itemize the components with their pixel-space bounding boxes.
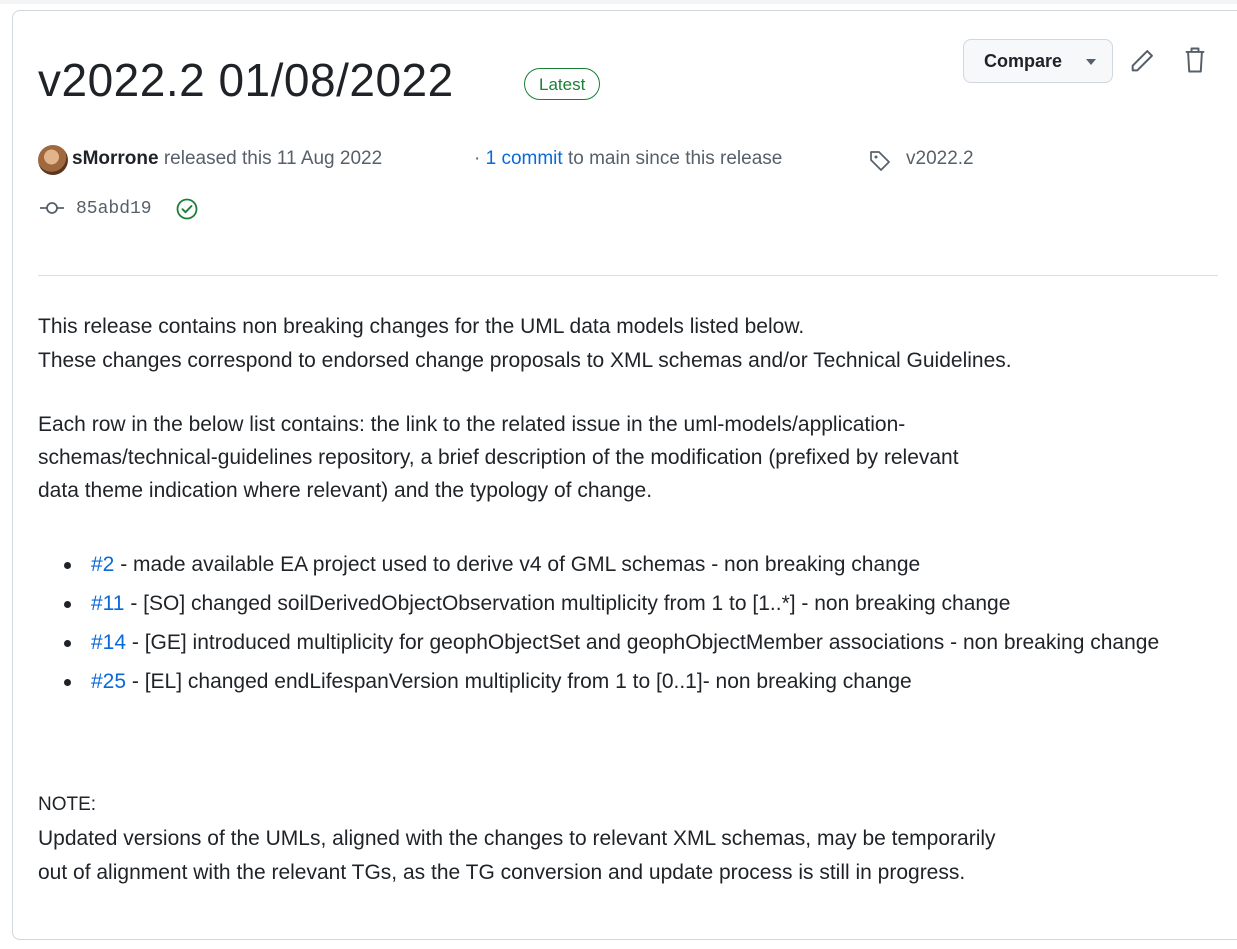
issue-link[interactable]: #11 <box>91 592 124 615</box>
divider <box>38 275 1218 276</box>
desc-line-2: schemas/technical-guidelines repository,… <box>38 446 959 469</box>
git-commit-icon <box>38 196 66 220</box>
compare-button[interactable]: Compare <box>963 39 1113 83</box>
commits-prefix: · <box>474 148 481 169</box>
note-label: NOTE: <box>38 794 97 815</box>
item-text: - [GE] introduced multiplicity for geoph… <box>126 631 1160 654</box>
commit-info: · 1 commit to main since this release <box>474 145 782 173</box>
check-circle-icon[interactable] <box>175 197 199 221</box>
list-item: #14 - [GE] introduced multiplicity for g… <box>38 626 1171 659</box>
intro-line-2: These changes correspond to endorsed cha… <box>38 349 1012 372</box>
commit-sha[interactable]: 85abd19 <box>76 195 152 223</box>
intro-line-1: This release contains non breaking chang… <box>38 315 805 338</box>
pencil-icon[interactable] <box>1128 47 1156 75</box>
released-text: released this 11 Aug 2022 <box>163 148 383 169</box>
release-byline: sMorrone released this 11 Aug 2022 <box>72 145 382 173</box>
issue-link[interactable]: #14 <box>91 631 126 654</box>
compare-label: Compare <box>984 51 1063 71</box>
item-text: - [EL] changed endLifespanVersion multip… <box>126 670 912 693</box>
latest-badge: Latest <box>524 68 601 100</box>
issue-link[interactable]: #25 <box>91 670 126 693</box>
note-line-2: out of alignment with the relevant TGs, … <box>38 861 966 884</box>
change-list: #2 - made available EA project used to d… <box>38 548 1228 704</box>
top-strip <box>0 0 1237 4</box>
commits-suffix: to main since this release <box>567 148 783 169</box>
item-text: - [SO] changed soilDerivedObjectObservat… <box>124 592 1011 615</box>
desc-line-1: Each row in the below list contains: the… <box>38 413 906 436</box>
list-item: #2 - made available EA project used to d… <box>38 548 1228 581</box>
tag-link[interactable]: v2022.2 <box>906 145 974 173</box>
author-link[interactable]: sMorrone <box>72 148 159 169</box>
commits-link[interactable]: 1 commit <box>486 148 563 169</box>
note-line-1: Updated versions of the UMLs, aligned wi… <box>38 827 996 850</box>
list-item: #11 - [SO] changed soilDerivedObjectObse… <box>38 587 1228 620</box>
caret-down-icon <box>1086 59 1096 65</box>
item-text: - made available EA project used to deri… <box>114 553 921 576</box>
tag-icon <box>868 149 892 173</box>
release-title[interactable]: v2022.2 01/08/2022 <box>38 52 454 108</box>
trash-icon[interactable] <box>1181 45 1209 73</box>
desc-line-3: data theme indication where relevant) an… <box>38 479 653 502</box>
issue-link[interactable]: #2 <box>91 553 114 576</box>
list-item: #25 - [EL] changed endLifespanVersion mu… <box>38 665 1228 698</box>
avatar[interactable] <box>38 145 68 175</box>
